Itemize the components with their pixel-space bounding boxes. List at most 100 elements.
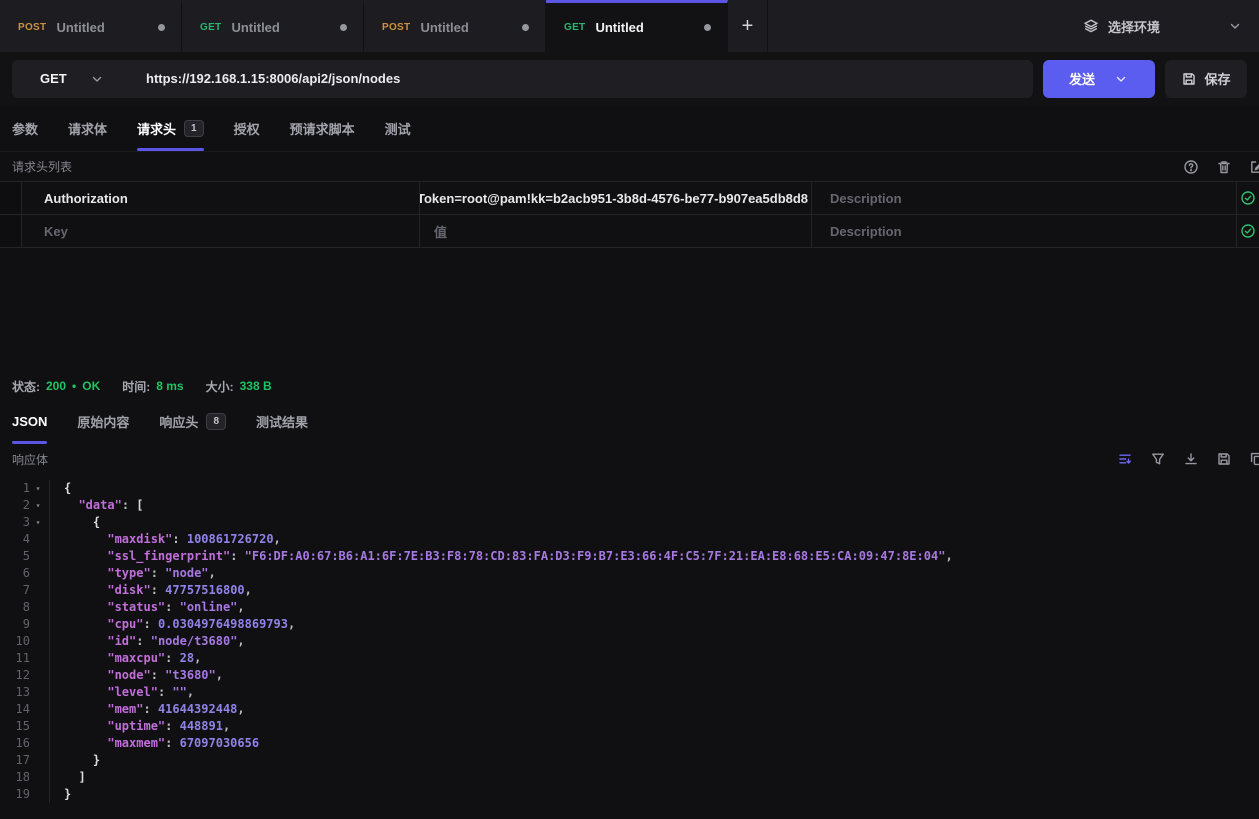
code-gutter: 1▾ — [0, 480, 50, 497]
bulk-edit-icon[interactable] — [1249, 159, 1259, 175]
response-tab[interactable]: 响应头8 — [159, 399, 226, 444]
environment-selector[interactable]: 选择环境 — [1083, 17, 1259, 36]
code-line: 3▾ { — [0, 514, 1259, 531]
send-button[interactable]: 发送 — [1043, 60, 1155, 98]
fold-arrow-icon[interactable]: ▾ — [30, 514, 46, 531]
response-body-header: 响应体 — [0, 444, 1259, 474]
request-tab-list: 参数 请求体请求头1 授权 预请求脚本测试 — [0, 105, 1259, 152]
time-value: 8 ms — [156, 379, 183, 393]
response-tab-label: 原始内容 — [77, 412, 129, 431]
header-row: AuthorizationToken=root@pam!kk=b2acb951-… — [0, 182, 1259, 215]
layers-icon — [1083, 18, 1099, 34]
tab-count-badge: 8 — [206, 413, 226, 430]
code-line: 9 "cpu": 0.0304976498869793, — [0, 616, 1259, 633]
response-body-tools — [1117, 444, 1259, 474]
row-drag-handle[interactable] — [0, 215, 22, 247]
line-number: 7 — [0, 582, 30, 599]
response-tab[interactable]: JSON — [12, 399, 47, 444]
tab-title: Untitled — [595, 20, 643, 35]
code-gutter: 19 — [0, 786, 50, 803]
window-tab[interactable]: GET Untitled — [546, 0, 728, 52]
fold-spacer — [30, 786, 46, 803]
method-selector[interactable]: GET — [12, 71, 128, 87]
code-gutter: 15 — [0, 718, 50, 735]
code-line: 18 ] — [0, 769, 1259, 786]
delete-icon[interactable] — [1216, 159, 1232, 175]
line-number: 4 — [0, 531, 30, 548]
app-window: POSTUntitledGETUntitledPOSTUntitledGETUn… — [0, 0, 1259, 819]
download-icon[interactable] — [1183, 451, 1199, 467]
help-icon[interactable] — [1183, 159, 1199, 175]
request-tab[interactable]: 请求头1 — [137, 105, 204, 151]
code-gutter: 14 — [0, 701, 50, 718]
copy-icon[interactable] — [1249, 451, 1259, 467]
new-tab-button[interactable]: + — [728, 0, 768, 52]
response-tab-label: 测试结果 — [256, 412, 308, 431]
line-number: 8 — [0, 599, 30, 616]
code-gutter: 11 — [0, 650, 50, 667]
header-description-cell[interactable]: Description — [812, 182, 1237, 214]
status-text: OK — [82, 379, 100, 393]
request-tab[interactable]: 预请求脚本 — [290, 105, 355, 151]
request-tab[interactable]: 请求体 — [68, 105, 107, 151]
tab-method-label: POST — [382, 22, 410, 33]
header-description-cell[interactable]: Description — [812, 215, 1237, 247]
header-value-cell[interactable]: 值 — [420, 215, 812, 247]
code-text: "maxmem": 67097030656 — [50, 735, 259, 752]
line-number: 13 — [0, 684, 30, 701]
url-input[interactable] — [128, 71, 1033, 86]
request-tab[interactable]: 授权 — [234, 105, 260, 151]
tab-count-badge: 1 — [184, 120, 204, 137]
fold-spacer — [30, 684, 46, 701]
line-number: 14 — [0, 701, 30, 718]
header-key-cell[interactable]: Key — [22, 215, 420, 247]
headers-panel-title: 请求头列表 — [12, 158, 72, 175]
request-tab-label: 参数 — [12, 119, 38, 138]
line-number: 5 — [0, 548, 30, 565]
save-response-icon[interactable] — [1216, 451, 1232, 467]
code-text: "uptime": 448891, — [50, 718, 230, 735]
fold-spacer — [30, 701, 46, 718]
code-gutter: 2▾ — [0, 497, 50, 514]
header-enabled-check-icon[interactable] — [1237, 215, 1259, 247]
url-box: GET — [12, 60, 1033, 98]
fold-arrow-icon[interactable]: ▾ — [30, 497, 46, 514]
response-tab-list: JSON 原始内容 响应头8 测试结果 — [0, 399, 1259, 444]
fold-spacer — [30, 735, 46, 752]
code-text: "mem": 41644392448, — [50, 701, 245, 718]
code-line: 14 "mem": 41644392448, — [0, 701, 1259, 718]
request-tab[interactable]: 参数 — [12, 105, 38, 151]
line-number: 10 — [0, 633, 30, 650]
fold-spacer — [30, 599, 46, 616]
time-segment: 时间: 8 ms — [122, 378, 183, 395]
response-tab[interactable]: 测试结果 — [256, 399, 308, 444]
request-tab-label: 授权 — [234, 119, 260, 138]
row-drag-handle[interactable] — [0, 182, 22, 214]
fold-spacer — [30, 565, 46, 582]
code-text: "cpu": 0.0304976498869793, — [50, 616, 295, 633]
save-button[interactable]: 保存 — [1165, 60, 1247, 98]
header-value-cell[interactable]: Token=root@pam!kk=b2acb951-3b8d-4576-be7… — [420, 182, 812, 214]
code-line: 1▾{ — [0, 480, 1259, 497]
tab-method-label: GET — [564, 22, 585, 33]
fold-arrow-icon[interactable]: ▾ — [30, 480, 46, 497]
code-text: "node": "t3680", — [50, 667, 223, 684]
header-enabled-check-icon[interactable] — [1237, 182, 1259, 214]
code-gutter: 16 — [0, 735, 50, 752]
window-tab[interactable]: POSTUntitled — [364, 0, 546, 52]
fold-spacer — [30, 633, 46, 650]
format-icon[interactable] — [1117, 451, 1133, 467]
window-tab[interactable]: POSTUntitled — [0, 0, 182, 52]
line-number: 12 — [0, 667, 30, 684]
code-gutter: 18 — [0, 769, 50, 786]
line-number: 17 — [0, 752, 30, 769]
code-gutter: 13 — [0, 684, 50, 701]
response-tab[interactable]: 原始内容 — [77, 399, 129, 444]
line-number: 15 — [0, 718, 30, 735]
request-tab[interactable]: 测试 — [385, 105, 411, 151]
chevron-down-icon — [89, 71, 105, 87]
filter-icon[interactable] — [1150, 451, 1166, 467]
header-key-cell[interactable]: Authorization — [22, 182, 420, 214]
window-tab[interactable]: GETUntitled — [182, 0, 364, 52]
tab-method-label: GET — [200, 22, 221, 33]
